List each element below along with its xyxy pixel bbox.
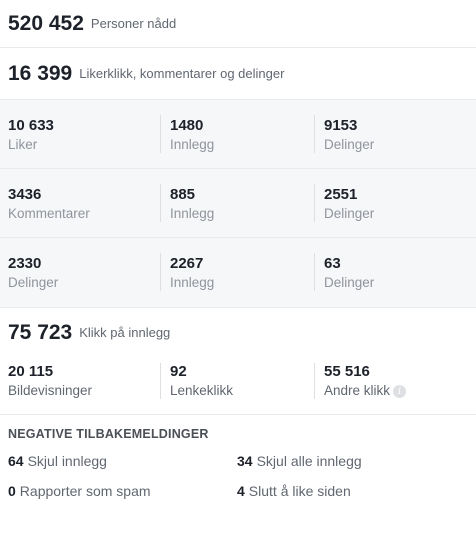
negative-label: Skjul alle innlegg [256,453,362,469]
engagement-summary: 16 399 Likerklikk, kommentarer og deling… [0,48,476,100]
stat-value: 2267 [170,255,204,272]
stat-label: Delinger [8,275,59,290]
stat-value: 885 [170,186,196,203]
negative-item-hide-post: 64 Skjul innlegg [8,451,237,471]
negative-value: 64 [8,453,24,469]
negative-label: Skjul innlegg [27,453,107,469]
breakdown-cell: 10 633 Liker [0,100,160,168]
breakdown-cell: 885 Innlegg [160,184,314,222]
negative-feedback-grid: 64 Skjul innlegg 34 Skjul alle innlegg 0 Ra… [8,451,476,501]
clicks-cell-photo-views: 20 115 Bildevisninger [0,357,160,414]
breakdown-cell: 2551 Delinger [314,184,476,222]
breakdown-cell: 9153 Delinger [314,115,476,153]
clicks-cell-other-clicks: 55 516 Andre klikk i [314,363,476,399]
negative-feedback-title: NEGATIVE TILBAKEMELDINGER [8,427,209,441]
negative-item-hide-all: 34 Skjul alle innlegg [237,451,457,471]
clicks-breakdown: 20 115 Bildevisninger 92 Lenkeklikk 55 5… [0,357,476,415]
post-insights-panel: 520 452 Personer nådd 16 399 Likerklikk,… [0,0,476,501]
breakdown-row-likes: 10 633 Liker 1480 Innlegg 9153 Delinger [0,100,476,169]
clicks-label: Klikk på innlegg [79,325,171,340]
breakdown-cell: 3436 Kommentarer [0,169,160,237]
stat-label: Delinger [324,206,375,221]
stat-value: 1480 [170,117,204,134]
stat-label: Delinger [324,137,375,152]
negative-item-report-spam: 0 Rapporter som spam [8,481,237,501]
stat-label: Innlegg [170,137,215,152]
clicks-cell-link-clicks: 92 Lenkeklikk [160,363,314,399]
stat-value: 55 516 [324,363,370,380]
reach-label: Personer nådd [90,16,177,31]
engagement-label: Likerklikk, kommentarer og delinger [79,66,285,81]
stat-value: 10 633 [8,117,54,134]
stat-label: Delinger [324,275,375,290]
breakdown-row-shares: 2330 Delinger 2267 Innlegg 63 Delinger [0,238,476,307]
breakdown-cell: 2330 Delinger [0,238,160,307]
stat-value: 2551 [324,186,358,203]
stat-label: Innlegg [170,206,215,221]
negative-feedback-section: NEGATIVE TILBAKEMELDINGER 64 Skjul innleg… [0,415,476,501]
reach-summary: 520 452 Personer nådd [0,0,476,48]
stat-value: 92 [170,363,187,380]
negative-value: 34 [237,453,253,469]
negative-value: 0 [8,483,16,499]
stat-value: 63 [324,255,341,272]
stat-value: 20 115 [8,363,54,380]
engagement-value: 16 399 [8,61,73,85]
breakdown-cell: 63 Delinger [314,253,476,291]
reach-value: 520 452 [8,11,84,35]
stat-label: Bildevisninger [8,383,93,398]
clicks-value: 75 723 [8,320,73,344]
breakdown-cell: 2267 Innlegg [160,253,314,291]
negative-value: 4 [237,483,245,499]
breakdown-cell: 1480 Innlegg [160,115,314,153]
stat-label: Liker [8,137,38,152]
other-clicks-label: Andre klikk [324,383,391,398]
negative-label: Slutt å like siden [248,483,351,499]
clicks-summary: 75 723 Klikk på innlegg [0,307,476,357]
stat-label: Andre klikk i [324,381,476,401]
stat-value: 2330 [8,255,42,272]
stat-value: 3436 [8,186,42,203]
info-icon[interactable]: i [393,384,407,398]
breakdown-row-comments: 3436 Kommentarer 885 Innlegg 2551 Deling… [0,169,476,238]
stat-label: Innlegg [170,275,215,290]
stat-value: 9153 [324,117,358,134]
stat-label: Lenkeklikk [170,383,234,398]
stat-label: Kommentarer [8,206,90,221]
negative-label: Rapporter som spam [19,483,151,499]
negative-item-unlike-page: 4 Slutt å like siden [237,481,457,501]
engagement-breakdown: 10 633 Liker 1480 Innlegg 9153 Delinger … [0,100,476,307]
